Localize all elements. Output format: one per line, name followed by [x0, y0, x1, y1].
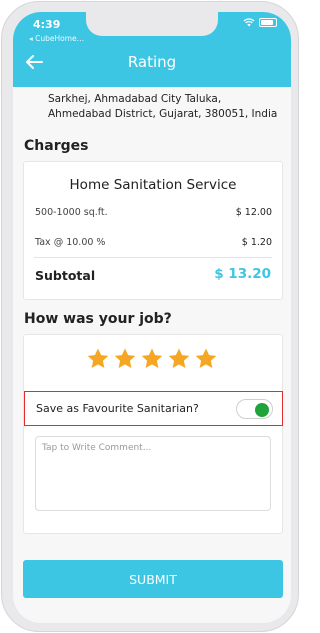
phone-notch — [86, 12, 218, 36]
star-icon[interactable] — [86, 347, 110, 371]
charge-item-value: $ 12.00 — [235, 207, 272, 218]
battery-icon — [259, 18, 277, 27]
service-name: Home Sanitation Service — [69, 177, 237, 193]
subtotal-value: $ 13.20 — [214, 266, 271, 282]
star-rating[interactable] — [86, 347, 218, 371]
rating-card: Save as Favourite Sanitarian? — [23, 334, 283, 534]
service-address: Sarkhej, Ahmadabad City Taluka, Ahmedaba… — [48, 93, 278, 120]
tax-value: $ 1.20 — [241, 237, 272, 248]
wifi-icon — [243, 18, 255, 27]
submit-button[interactable]: SUBMIT — [23, 560, 283, 598]
status-time: 4:39 — [33, 18, 61, 31]
star-icon[interactable] — [194, 347, 218, 371]
favourite-toggle[interactable] — [236, 399, 273, 419]
comment-field[interactable] — [35, 436, 271, 511]
star-icon[interactable] — [113, 347, 137, 371]
charge-item-label: 500-1000 sq.ft. — [35, 207, 108, 218]
star-icon[interactable] — [140, 347, 164, 371]
favourite-label: Save as Favourite Sanitarian? — [36, 402, 199, 415]
charges-heading: Charges — [24, 138, 89, 154]
status-icons — [243, 18, 277, 27]
phone-frame: 4:39 ◂ CubeHome… Rating Sarkhej, Ahmadab… — [1, 1, 299, 632]
rating-heading: How was your job? — [24, 311, 172, 327]
subtotal-label: Subtotal — [35, 268, 96, 283]
status-back-app[interactable]: ◂ CubeHome… — [29, 34, 84, 43]
tax-label: Tax @ 10.00 % — [35, 237, 106, 248]
page-title: Rating — [127, 53, 177, 71]
app-screen: 4:39 ◂ CubeHome… Rating Sarkhej, Ahmadab… — [13, 12, 291, 623]
charges-card: Home Sanitation Service 500-1000 sq.ft. … — [23, 161, 283, 300]
star-icon[interactable] — [167, 347, 191, 371]
favourite-row: Save as Favourite Sanitarian? — [24, 391, 283, 426]
toggle-knob — [255, 402, 269, 417]
divider — [34, 257, 272, 258]
